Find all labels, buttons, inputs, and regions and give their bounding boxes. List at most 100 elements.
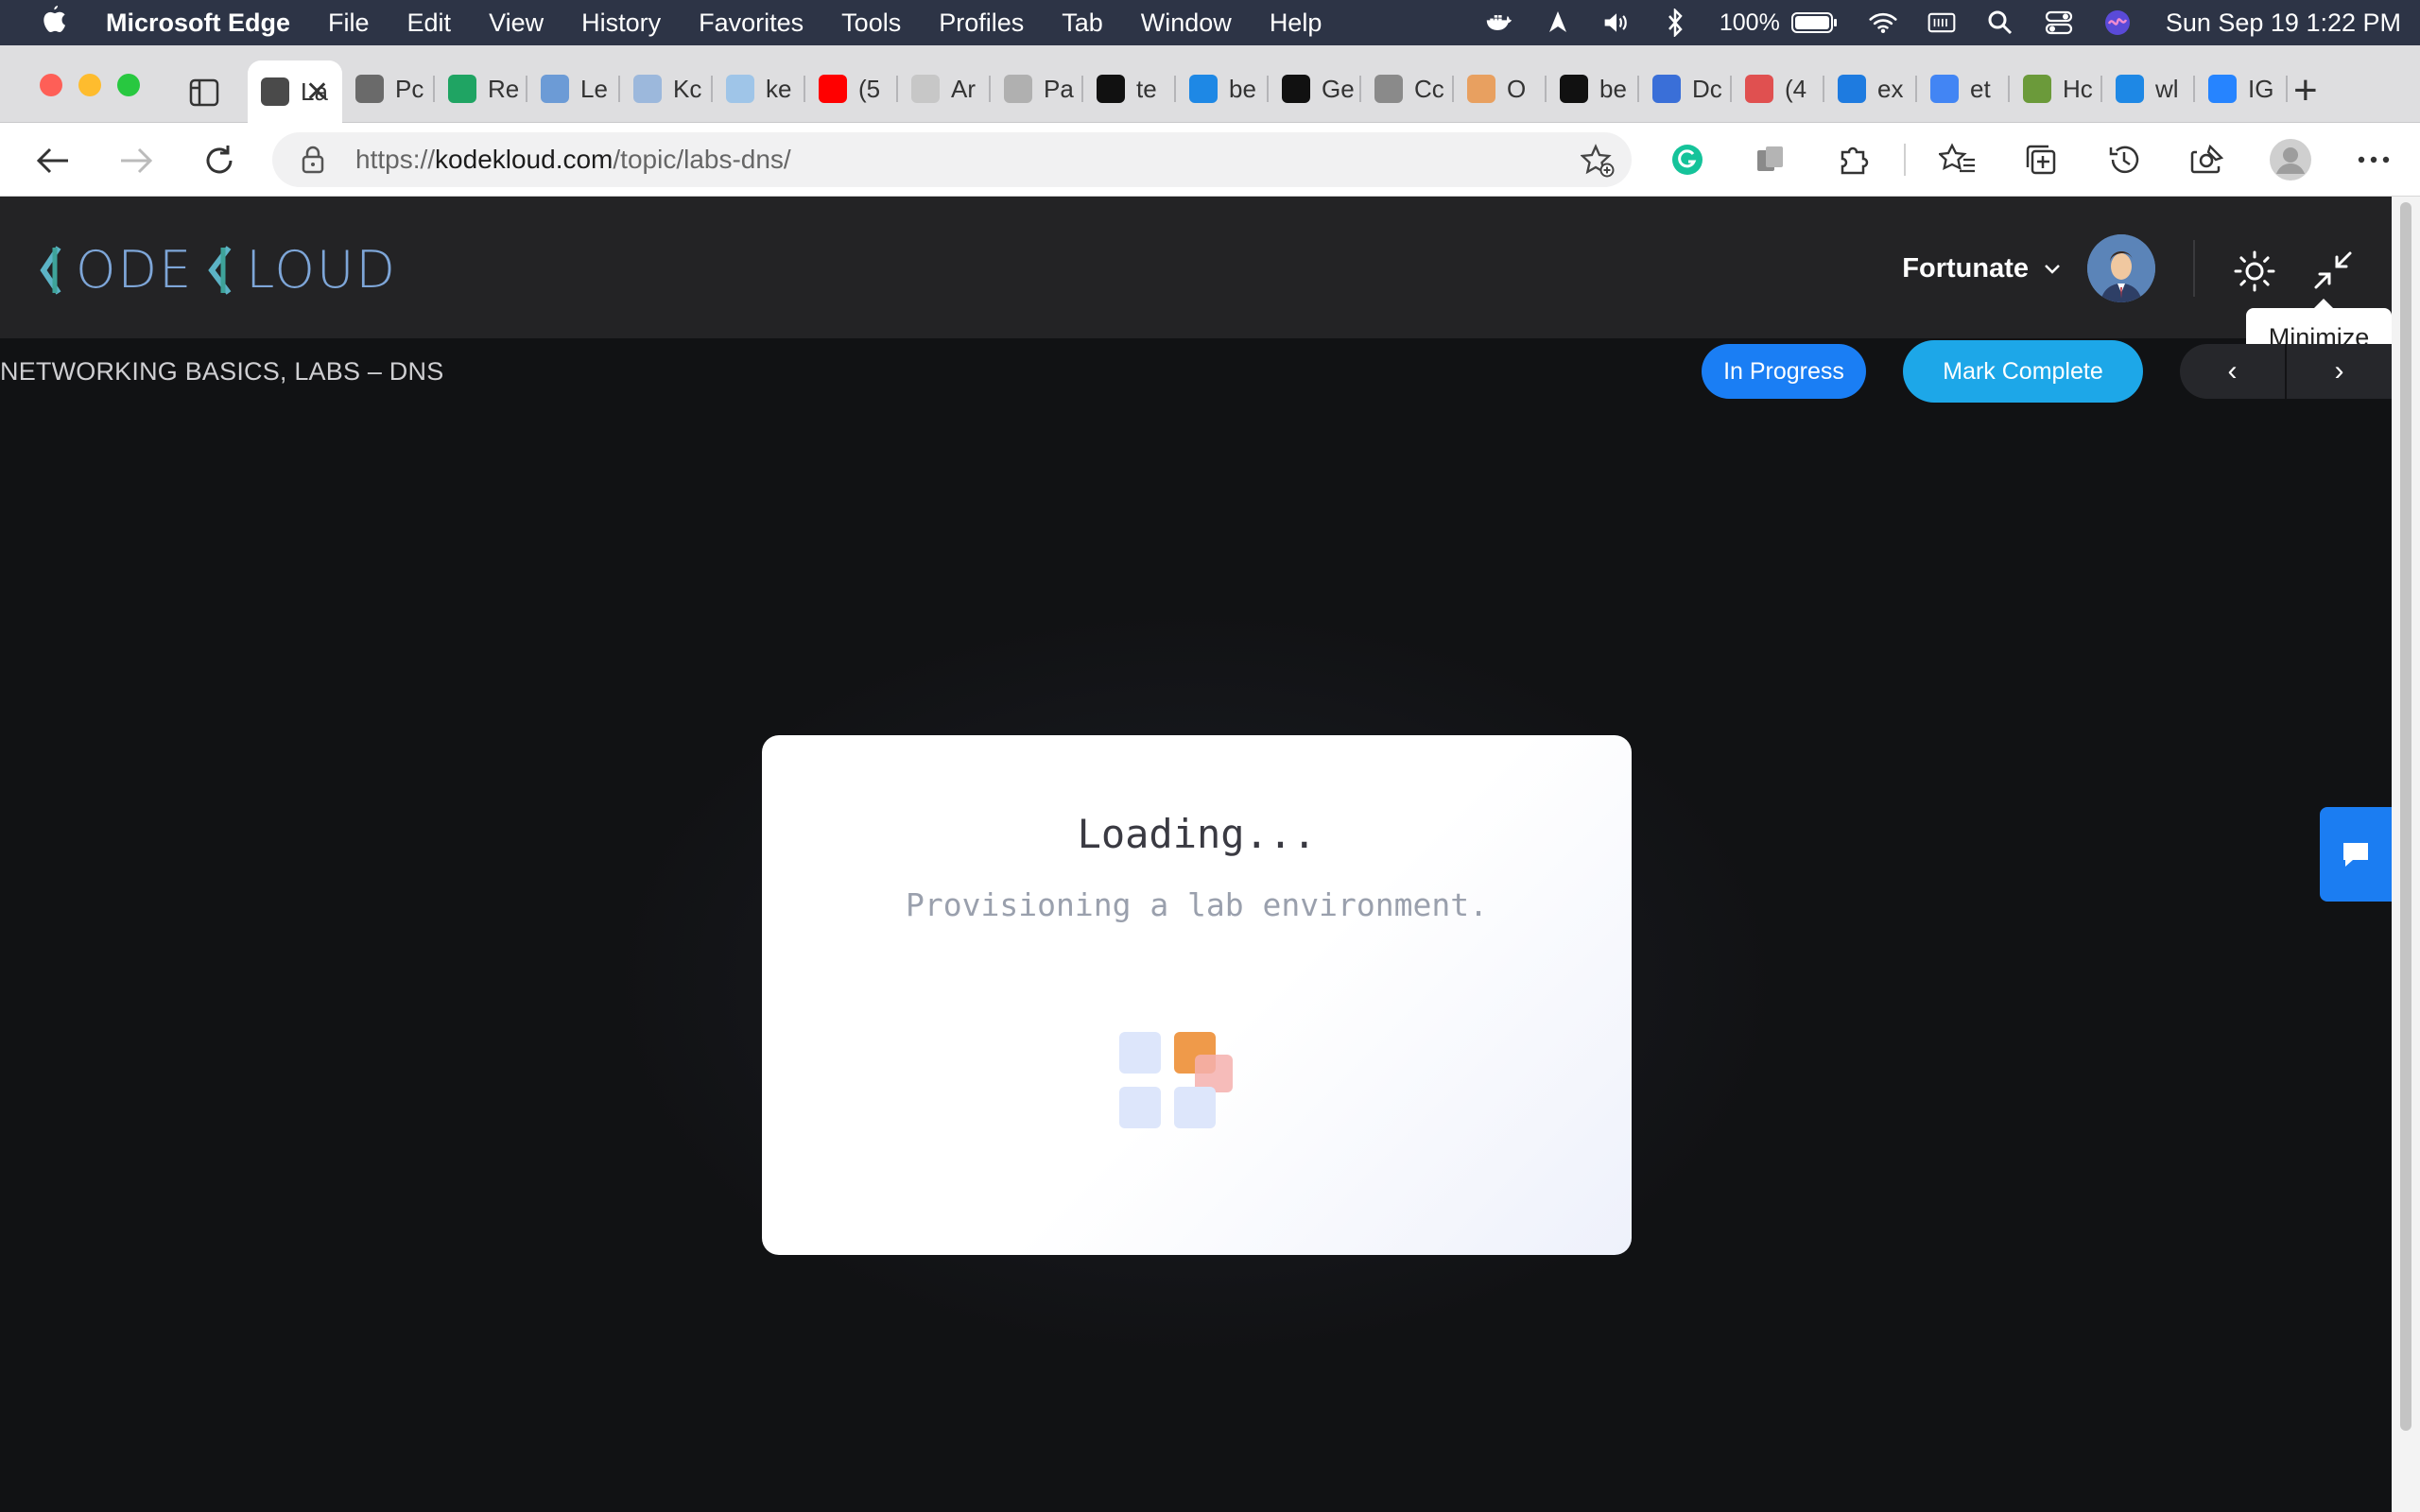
siri-icon[interactable] [2103,9,2132,37]
tab[interactable]: Pc [342,60,435,117]
history-icon[interactable] [2100,136,2148,183]
tab[interactable]: Ge [1269,60,1361,117]
tab[interactable]: Cc [1361,60,1454,117]
add-favorite-icon[interactable] [1580,144,1615,178]
minimize-icon[interactable] [2312,249,2354,291]
back-icon[interactable] [32,140,74,181]
user-menu[interactable]: Fortunate [1902,234,2155,302]
minimize-window-button[interactable] [78,74,101,96]
chevron-down-icon[interactable] [2044,256,2061,281]
profile-avatar-icon[interactable] [2267,136,2314,183]
menu-tab[interactable]: Tab [1062,9,1103,38]
kodekloud-icon [633,75,662,103]
tab-label: Ar [951,74,976,103]
menu-tools[interactable]: Tools [841,9,901,38]
tab[interactable]: ke [713,60,805,117]
copy-extension-icon[interactable] [1747,136,1794,183]
avatar[interactable] [2087,234,2155,302]
tab[interactable]: Dc [1639,60,1732,117]
lock-icon[interactable] [301,146,327,174]
refresh-icon[interactable] [199,140,240,181]
next-lesson-button[interactable]: › [2287,344,2392,399]
tab-label: ke [766,74,792,103]
tab-label: O [1507,74,1527,103]
volume-icon[interactable] [1602,9,1631,37]
scrollbar-thumb[interactable] [2400,202,2411,1431]
previous-lesson-button[interactable]: ‹ [2180,344,2287,399]
performance-icon[interactable] [2184,136,2231,183]
tab[interactable]: IG [2195,60,2288,117]
tab[interactable]: Kc [620,60,713,117]
feedback-button[interactable] [2320,807,2392,902]
tab[interactable]: wl [2102,60,2195,117]
address-bar[interactable]: https://kodekloud.com/topic/labs-dns/ [272,132,1632,187]
tab[interactable]: O [1454,60,1547,117]
menu-history[interactable]: History [581,9,661,38]
tab-label: Pc [395,74,424,103]
more-options-icon[interactable] [2350,136,2397,183]
extensions-puzzle-icon[interactable] [1830,136,1877,183]
tab[interactable]: (4 [1732,60,1824,117]
new-tab-button[interactable]: + [2293,70,2318,112]
favorites-icon[interactable] [1934,136,1981,183]
logo-text-left: ODE [76,240,194,300]
menu-window[interactable]: Window [1141,9,1232,38]
tab[interactable]: Hc [2010,60,2102,117]
close-window-button[interactable] [40,74,62,96]
arrow-app-icon[interactable] [1544,9,1572,37]
cart-icon [1004,75,1032,103]
tab[interactable]: te [1083,60,1176,117]
zoom-window-button[interactable] [117,74,140,96]
jira-icon [2208,75,2237,103]
status-badge[interactable]: In Progress [1702,344,1866,399]
window-controls [40,74,140,96]
battery-icon[interactable] [1790,9,1839,37]
collections-icon[interactable] [2017,136,2065,183]
menu-edit[interactable]: Edit [407,9,452,38]
page-scrollbar[interactable] [2392,197,2420,1512]
wifi-icon[interactable] [1869,9,1897,37]
tab-label: (4 [1785,74,1807,103]
site-header: ODE LOUD Fortunate [0,197,2392,338]
tab-label: Le [580,74,608,103]
spotlight-search-icon[interactable] [1986,9,2014,37]
logo-bracket-icon [40,245,61,295]
menubar-clock[interactable]: Sun Sep 19 1:22 PM [2166,9,2401,38]
apple-icon[interactable] [40,4,78,42]
menu-favorites[interactable]: Favorites [699,9,804,38]
tab-label: wl [2155,74,2179,103]
tab[interactable]: be [1547,60,1639,117]
tab-active[interactable]: La ✕ [248,60,342,123]
tab[interactable]: Re [435,60,527,117]
spiral-icon [1097,75,1125,103]
user-name[interactable]: Fortunate [1902,253,2029,284]
forward-icon[interactable] [115,140,157,181]
tab[interactable]: Le [527,60,620,117]
menu-profiles[interactable]: Profiles [939,9,1024,38]
tab[interactable]: be [1176,60,1269,117]
tab[interactable]: Ar [898,60,991,117]
sun-icon[interactable] [2233,249,2276,293]
menu-file[interactable]: File [328,9,370,38]
bing-icon [1838,75,1866,103]
tab-label: Dc [1692,74,1722,103]
url-text[interactable]: https://kodekloud.com/topic/labs-dns/ [355,145,791,175]
tab[interactable]: Pa [991,60,1083,117]
grammarly-icon[interactable] [1664,136,1711,183]
docker-icon[interactable] [1485,9,1513,37]
breadcrumb: NETWORKING BASICS, LABS – DNS [0,357,444,386]
control-center-icon[interactable] [2045,9,2073,37]
tab[interactable]: (5 [805,60,898,117]
mark-complete-button[interactable]: Mark Complete [1903,340,2143,403]
menu-view[interactable]: View [489,9,544,38]
app-name-menu[interactable]: Microsoft Edge [106,9,290,38]
tab-label: Pa [1044,74,1074,103]
kodekloud-logo[interactable]: ODE LOUD [38,240,397,300]
close-tab-icon[interactable]: ✕ [305,76,329,109]
menu-help[interactable]: Help [1270,9,1322,38]
tab[interactable]: ex [1824,60,1917,117]
tab-actions-icon[interactable] [189,78,219,107]
keyboard-input-icon[interactable] [1927,9,1956,37]
tab[interactable]: et [1917,60,2010,117]
bluetooth-icon[interactable] [1661,9,1689,37]
